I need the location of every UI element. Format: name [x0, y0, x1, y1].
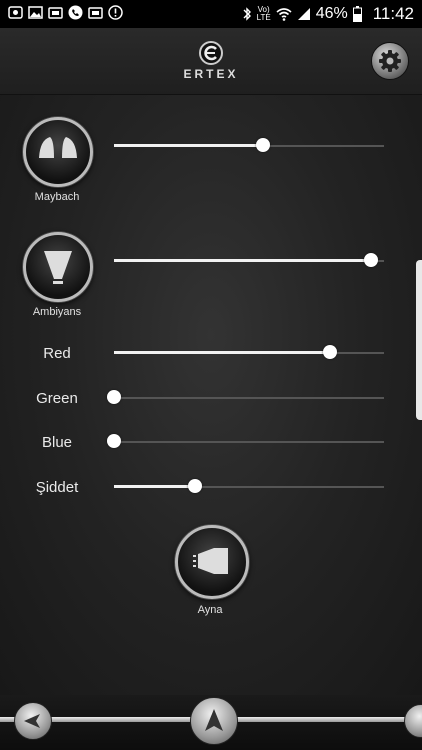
wifi-icon	[276, 8, 292, 21]
signal-icon	[297, 8, 310, 20]
slider-thumb[interactable]	[107, 434, 121, 448]
forward-button[interactable]	[404, 704, 422, 738]
slider-fill	[114, 144, 263, 147]
up-arrow-icon	[205, 709, 223, 731]
maybach-button[interactable]	[23, 117, 93, 187]
battery-icon	[352, 6, 362, 22]
clock: 11:42	[372, 4, 414, 23]
green-slider[interactable]	[107, 390, 384, 406]
maybach-light-icon	[39, 137, 77, 158]
slider-fill	[114, 485, 195, 488]
slider-track	[114, 397, 384, 399]
mirror-button[interactable]	[175, 525, 249, 599]
brand-name: ERTEX	[183, 67, 239, 81]
gallery-icon	[8, 6, 23, 19]
intensity-slider[interactable]	[114, 479, 384, 495]
app-header: ERTEX	[0, 28, 422, 95]
ambiyans-slider[interactable]	[114, 253, 384, 269]
mirror-light-icon	[193, 548, 228, 574]
alert-icon	[108, 5, 123, 20]
green-label: Green	[36, 390, 78, 407]
slider-thumb[interactable]	[364, 253, 378, 267]
back-arrow-icon	[24, 714, 40, 728]
slider-thumb[interactable]	[107, 390, 121, 404]
intensity-label: Şiddet	[35, 479, 79, 496]
slider-thumb[interactable]	[323, 345, 337, 359]
ambiyans-button[interactable]	[23, 232, 93, 302]
slider-fill	[114, 259, 371, 262]
red-slider[interactable]	[114, 345, 384, 361]
cast-icon	[48, 7, 63, 19]
cast-icon	[88, 7, 103, 19]
image-icon	[28, 6, 43, 19]
slider-thumb[interactable]	[188, 479, 202, 493]
side-drawer-handle[interactable]	[416, 260, 422, 420]
phone-icon	[68, 5, 83, 20]
control-panel: Maybach Ambiyans Red Green Blue Şiddet A…	[0, 95, 422, 695]
mirror-label: Ayna	[197, 604, 223, 616]
slider-track	[114, 441, 384, 443]
brand-logo: ERTEX	[173, 41, 249, 83]
maybach-label: Maybach	[34, 191, 80, 203]
home-up-button[interactable]	[190, 697, 238, 745]
slider-fill	[114, 351, 330, 354]
ambiyans-label: Ambiyans	[32, 306, 82, 318]
bluetooth-icon	[243, 7, 251, 21]
red-label: Red	[43, 345, 71, 362]
brand-mark-icon	[199, 41, 223, 65]
slider-thumb[interactable]	[256, 138, 270, 152]
battery-percent: 46%	[315, 5, 348, 22]
bottom-nav	[0, 695, 422, 750]
blue-slider[interactable]	[107, 434, 384, 450]
status-bar: Vo) LTE 46% 11:42	[0, 0, 422, 28]
settings-button[interactable]	[371, 42, 409, 80]
gear-icon	[379, 50, 401, 72]
ambiyans-light-icon	[44, 251, 72, 284]
maybach-slider[interactable]	[114, 138, 384, 154]
back-button[interactable]	[14, 702, 52, 740]
blue-label: Blue	[41, 434, 73, 451]
volte-indicator: Vo) LTE	[256, 5, 271, 22]
